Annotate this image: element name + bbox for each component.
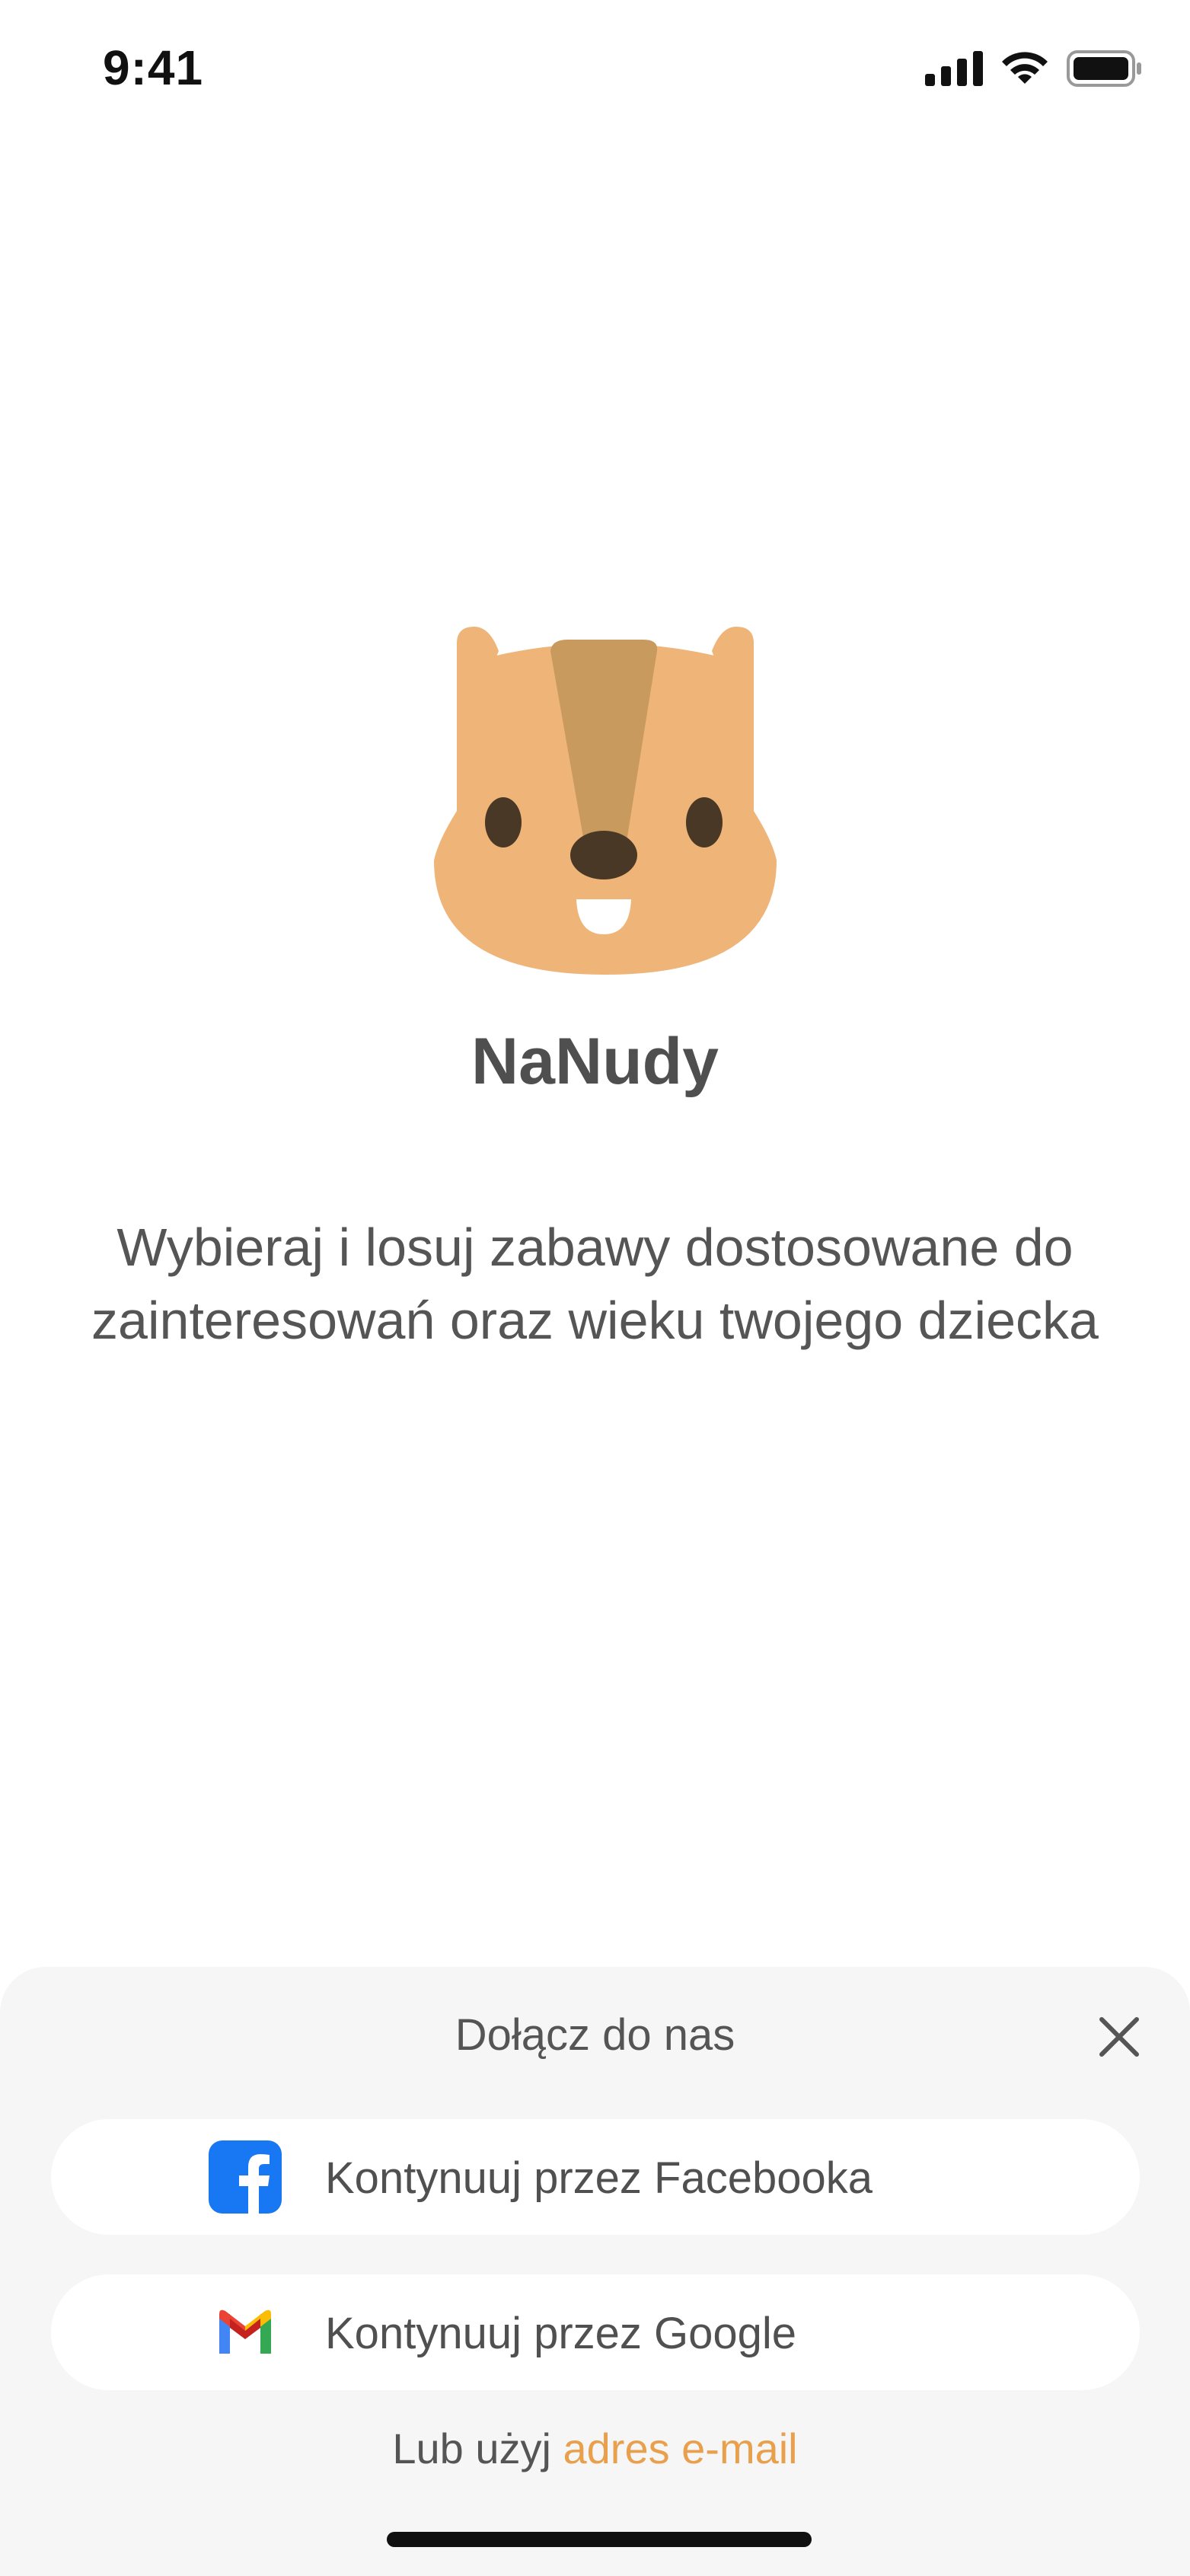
google-login-button[interactable]: Kontynuuj przez Google [51,2274,1140,2390]
email-login-line: Lub użyj adres e-mail [0,2424,1190,2473]
email-login-link[interactable]: adres e-mail [563,2424,798,2472]
sign-in-sheet: Dołącz do nas Kontynuuj przez Facebooka … [0,1967,1190,2576]
facebook-icon [209,2140,282,2214]
cellular-signal-icon [925,51,983,86]
close-icon [1099,2017,1139,2057]
chipmunk-logo-icon [434,627,777,975]
tagline-line-1: Wybieraj i losuj zabawy dostosowane do [116,1218,1074,1277]
email-prefix: Lub użyj [392,2424,563,2472]
status-bar: 9:41 [0,0,1190,145]
app-name: NaNudy [471,1025,719,1098]
close-button[interactable] [1089,2006,1150,2067]
app-logo [430,621,780,978]
status-time: 9:41 [103,40,204,95]
battery-icon [1067,50,1141,87]
gmail-icon [219,2309,271,2354]
app-tagline: Wybieraj i losuj zabawy dostosowane do z… [46,1211,1144,1357]
sheet-title: Dołącz do nas [455,2010,735,2060]
tagline-line-2: zainteresowań oraz wieku twojego dziecka [91,1291,1099,1350]
home-indicator[interactable] [387,2532,812,2547]
facebook-login-button[interactable]: Kontynuuj przez Facebooka [51,2119,1140,2235]
facebook-login-label: Kontynuuj przez Facebooka [325,2153,873,2203]
wifi-icon [1002,52,1048,84]
status-icons [925,50,1143,87]
google-login-label: Kontynuuj przez Google [325,2309,797,2358]
